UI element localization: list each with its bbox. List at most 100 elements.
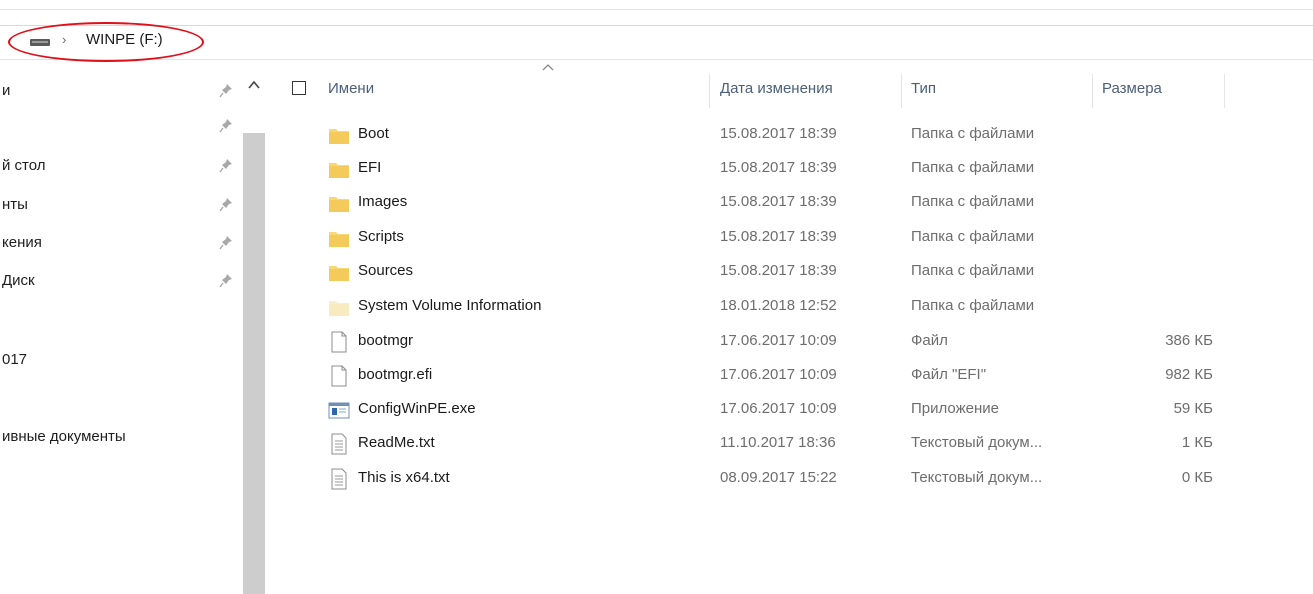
sort-ascending-icon [542, 64, 554, 71]
file-date: 11.10.2017 18:36 [720, 434, 836, 451]
file-date: 17.06.2017 10:09 [720, 332, 837, 349]
nav-item[interactable]: 017 [0, 349, 240, 373]
file-size: 0 КБ [1181, 469, 1213, 486]
file-date: 15.08.2017 18:39 [720, 262, 837, 279]
file-date: 15.08.2017 18:39 [720, 159, 837, 176]
pin-icon[interactable] [218, 272, 234, 290]
file-row[interactable]: Boot 15.08.2017 18:39 Папка с файлами [266, 119, 1313, 153]
file-row[interactable]: Sources 15.08.2017 18:39 Папка с файлами [266, 256, 1313, 290]
drive-icon [30, 39, 50, 46]
pin-icon[interactable] [218, 82, 234, 100]
navigation-scrollbar[interactable] [243, 133, 265, 594]
text-file-icon [331, 468, 347, 490]
nav-item-label: и [2, 82, 11, 99]
nav-item[interactable]: й стол [0, 155, 240, 179]
column-header-type[interactable]: Тип [911, 80, 936, 97]
file-name: Scripts [358, 228, 404, 245]
file-name: System Volume Information [358, 297, 542, 314]
file-row[interactable]: bootmgr.efi 17.06.2017 10:09 Файл "EFI" … [266, 360, 1313, 394]
file-date: 17.06.2017 10:09 [720, 366, 837, 383]
file-row[interactable]: This is x64.txt 08.09.2017 15:22 Текстов… [266, 463, 1313, 497]
pin-icon[interactable] [218, 157, 234, 175]
nav-item[interactable]: кения [0, 232, 240, 256]
file-name: ReadMe.txt [358, 434, 435, 451]
nav-item-label: й стол [2, 157, 46, 174]
file-type: Текстовый докум... [911, 469, 1043, 486]
file-type: Папка с файлами [911, 228, 1035, 245]
file-name: ConfigWinPE.exe [358, 400, 476, 417]
column-header-name[interactable]: Имени [328, 80, 374, 97]
file-row[interactable]: Scripts 15.08.2017 18:39 Папка с файлами [266, 222, 1313, 256]
file-type: Папка с файлами [911, 297, 1035, 314]
column-divider[interactable] [901, 74, 902, 108]
file-row[interactable]: Images 15.08.2017 18:39 Папка с файлами [266, 187, 1313, 221]
file-type: Файл "EFI" [911, 366, 987, 383]
folder-icon [329, 266, 349, 281]
file-name: This is x64.txt [358, 469, 450, 486]
file-size: 1 КБ [1181, 434, 1213, 451]
pin-icon[interactable] [218, 117, 234, 135]
file-icon [331, 365, 347, 387]
file-type: Папка с файлами [911, 125, 1035, 142]
folder-icon [329, 129, 349, 144]
nav-item[interactable]: и [0, 80, 240, 104]
nav-item-label: кения [2, 234, 42, 251]
file-name: EFI [358, 159, 382, 176]
file-date: 17.06.2017 10:09 [720, 400, 837, 417]
folder-icon [329, 232, 349, 247]
breadcrumb-chevron-icon[interactable]: › [62, 32, 66, 47]
column-divider[interactable] [1224, 74, 1225, 108]
file-type: Папка с файлами [911, 193, 1035, 210]
address-bar[interactable]: › WINPE (F:) [0, 25, 1313, 59]
file-row[interactable]: EFI 15.08.2017 18:39 Папка с файлами [266, 153, 1313, 187]
scroll-up-arrow-icon[interactable] [247, 78, 261, 92]
pin-icon[interactable] [218, 234, 234, 252]
file-date: 15.08.2017 18:39 [720, 193, 837, 210]
folder-icon [329, 197, 349, 212]
file-date: 08.09.2017 15:22 [720, 469, 837, 486]
breadcrumb-drive[interactable]: WINPE (F:) [86, 31, 163, 48]
file-type: Текстовый докум... [911, 434, 1043, 451]
hidden-folder-icon [329, 301, 349, 316]
nav-item[interactable]: Диск [0, 270, 240, 294]
folder-icon [329, 163, 349, 178]
pin-icon[interactable] [218, 196, 234, 214]
file-row[interactable]: ReadMe.txt 11.10.2017 18:36 Текстовый до… [266, 428, 1313, 462]
file-name: Images [358, 193, 408, 210]
file-row[interactable]: ConfigWinPE.exe 17.06.2017 10:09 Приложе… [266, 394, 1313, 428]
file-type: Файл [911, 332, 948, 349]
file-name: bootmgr [358, 332, 414, 349]
file-row[interactable]: System Volume Information 18.01.2018 12:… [266, 291, 1313, 325]
nav-item-label: 017 [2, 351, 28, 368]
nav-item-label: Диск [2, 272, 35, 289]
text-file-icon [331, 433, 347, 455]
column-divider[interactable] [709, 74, 710, 108]
file-type: Папка с файлами [911, 159, 1035, 176]
file-size: 982 КБ [1165, 366, 1213, 383]
file-name: bootmgr.efi [358, 366, 433, 383]
file-date: 15.08.2017 18:39 [720, 228, 837, 245]
file-type: Папка с файлами [911, 262, 1035, 279]
window-top-divider [0, 9, 1313, 10]
select-all-checkbox[interactable] [292, 81, 306, 95]
file-size: 386 КБ [1165, 332, 1213, 349]
nav-item[interactable] [0, 115, 240, 139]
file-list[interactable]: Имени Дата изменения Тип Размера Boot 15… [266, 60, 1313, 534]
navigation-pane[interactable]: и й стол нты кения Диск 017 ивные докуме… [0, 60, 266, 594]
nav-item[interactable]: нты [0, 194, 240, 218]
file-name: Boot [358, 125, 389, 142]
file-size: 59 КБ [1173, 400, 1213, 417]
column-header-size[interactable]: Размера [1102, 80, 1162, 97]
file-name: Sources [358, 262, 414, 279]
file-icon [331, 331, 347, 353]
address-box[interactable] [0, 25, 1313, 59]
column-header-date[interactable]: Дата изменения [720, 80, 833, 97]
file-row[interactable]: bootmgr 17.06.2017 10:09 Файл 386 КБ [266, 326, 1313, 360]
file-date: 15.08.2017 18:39 [720, 125, 837, 142]
nav-item[interactable]: ивные документы [0, 426, 240, 450]
nav-item-label: ивные документы [2, 428, 126, 445]
column-divider[interactable] [1092, 74, 1093, 108]
nav-item-label: нты [2, 196, 28, 213]
file-date: 18.01.2018 12:52 [720, 297, 837, 314]
file-type: Приложение [911, 400, 999, 417]
